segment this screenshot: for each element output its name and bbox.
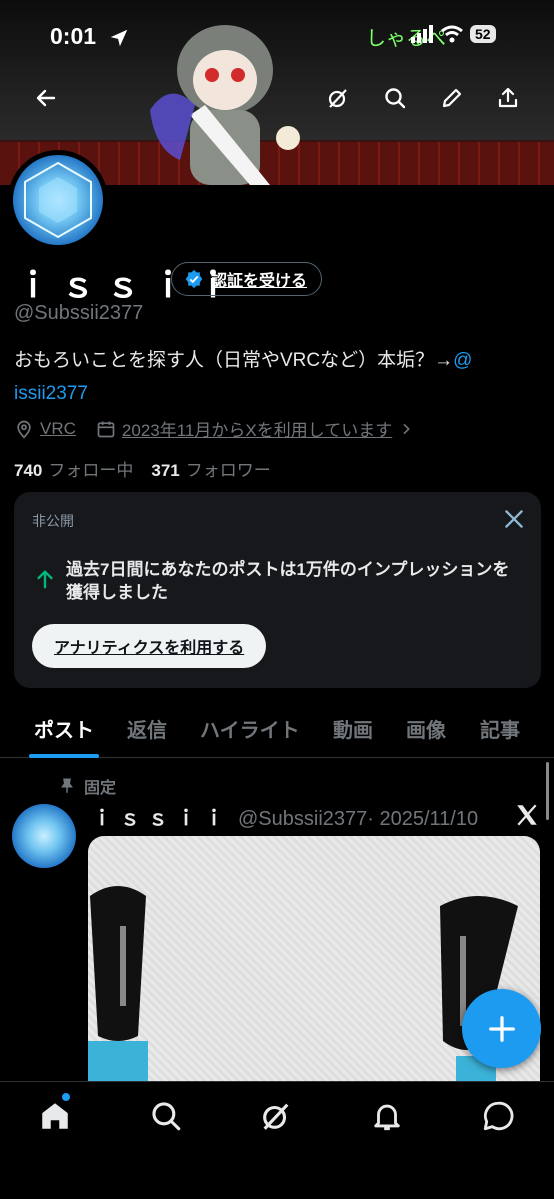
close-icon[interactable]	[501, 506, 527, 532]
nav-notifications[interactable]	[370, 1099, 404, 1133]
nav-home[interactable]	[38, 1099, 72, 1133]
status-bar: 0:01 しゃるぺ 52	[0, 0, 554, 70]
verified-badge-icon	[185, 269, 203, 289]
grok-icon	[263, 1103, 289, 1130]
profile-meta: VRC 2023年11月からXを利用しています	[14, 416, 414, 441]
profile-avatar[interactable]	[8, 150, 108, 250]
grok-button[interactable]	[318, 78, 358, 118]
profile-tabs: ポスト 返信 ハイライト 動画 画像 記事	[0, 706, 554, 758]
home-unread-dot	[62, 1093, 70, 1101]
share-icon	[498, 87, 518, 108]
post-header: ｉｓｓｉｉ @Subssii2377· 2025/11/10	[92, 802, 478, 831]
wifi-icon	[441, 25, 463, 43]
following-label: フォロー中	[48, 461, 134, 480]
x-logo-icon	[517, 804, 537, 826]
post-author-avatar[interactable]	[12, 804, 76, 868]
calendar-icon	[97, 421, 115, 437]
private-analytics-card: 非公開 過去7日間にあなたのポストは1万件のインプレッションを獲得しました アナ…	[14, 492, 541, 688]
following-count: 740	[14, 461, 43, 480]
tab-videos[interactable]: 動画	[333, 714, 373, 743]
avatar-crystal-image	[24, 161, 92, 239]
chevron-right-icon	[403, 423, 411, 434]
nav-messages[interactable]	[481, 1099, 515, 1133]
tab-highlights[interactable]: ハイライト	[200, 714, 300, 743]
status-time: 0:01	[50, 23, 97, 49]
followers-link[interactable]: 371 フォロワー	[151, 456, 270, 481]
post-author-handle: @Subssii2377	[238, 808, 368, 830]
get-verified-label: 認証を受ける	[211, 273, 308, 290]
back-arrow-icon	[36, 89, 56, 107]
trend-up-arrow-icon	[37, 570, 53, 589]
post-author-name[interactable]: ｉｓｓｉｉ	[92, 808, 232, 830]
share-button[interactable]	[488, 78, 528, 118]
edit-profile-button[interactable]	[432, 78, 472, 118]
tab-images[interactable]: 画像	[406, 714, 446, 743]
nav-grok[interactable]	[259, 1099, 293, 1133]
search-icon	[385, 88, 406, 109]
bio-text: おもろいことを探す人（日常やVRCなど）本垢？→	[14, 350, 454, 371]
edit-icon	[442, 88, 462, 108]
impressions-message: 過去7日間にあなたのポストは1万件のインプレッションを獲得しました	[34, 558, 524, 604]
following-link[interactable]: 740 フォロー中	[14, 456, 133, 481]
tab-replies[interactable]: 返信	[127, 714, 167, 743]
compose-post-button[interactable]	[462, 989, 541, 1068]
pinned-indicator: 固定	[58, 774, 116, 798]
status-icons: 52	[410, 25, 496, 43]
private-label: 非公開	[32, 513, 74, 529]
plus-icon	[488, 1015, 515, 1042]
pin-icon	[61, 778, 73, 793]
scrollbar[interactable]	[546, 762, 549, 820]
battery-indicator: 52	[470, 25, 496, 43]
messages-icon	[483, 1101, 514, 1131]
notifications-icon	[374, 1104, 400, 1131]
location-link[interactable]: VRC	[40, 419, 76, 439]
followers-count: 371	[151, 461, 180, 480]
grok-icon	[328, 89, 347, 108]
follow-stats: 740 フォロー中 371 フォロワー	[14, 456, 271, 481]
analytics-button[interactable]: アナリティクスを利用する	[32, 624, 267, 668]
get-verified-button[interactable]: 認証を受ける	[171, 262, 323, 296]
joined-date-link[interactable]: 2023年11月からXを利用しています	[122, 416, 392, 441]
profile-bio: おもろいことを探す人（日常やVRCなど）本垢？→@ issii2377	[14, 344, 534, 410]
search-button[interactable]	[375, 78, 415, 118]
back-button[interactable]	[26, 78, 66, 118]
tab-articles[interactable]: 記事	[480, 714, 520, 743]
search-icon	[152, 1102, 181, 1131]
tab-posts[interactable]: ポスト	[34, 714, 94, 743]
pinned-label: 固定	[84, 780, 117, 797]
followers-label: フォロワー	[185, 461, 271, 480]
active-tab-indicator	[29, 754, 99, 758]
impressions-text: 過去7日間にあなたのポストは1万件のインプレッションを獲得しました	[66, 560, 510, 602]
bottom-navigation	[0, 1081, 554, 1199]
location-pin-icon	[17, 420, 31, 439]
location-arrow-icon	[110, 29, 128, 47]
home-icon	[42, 1103, 68, 1129]
post-date: · 2025/11/10	[367, 808, 479, 830]
nav-search[interactable]	[149, 1099, 183, 1133]
profile-handle: @Subssii2377	[14, 302, 144, 324]
signal-icon	[411, 25, 433, 43]
